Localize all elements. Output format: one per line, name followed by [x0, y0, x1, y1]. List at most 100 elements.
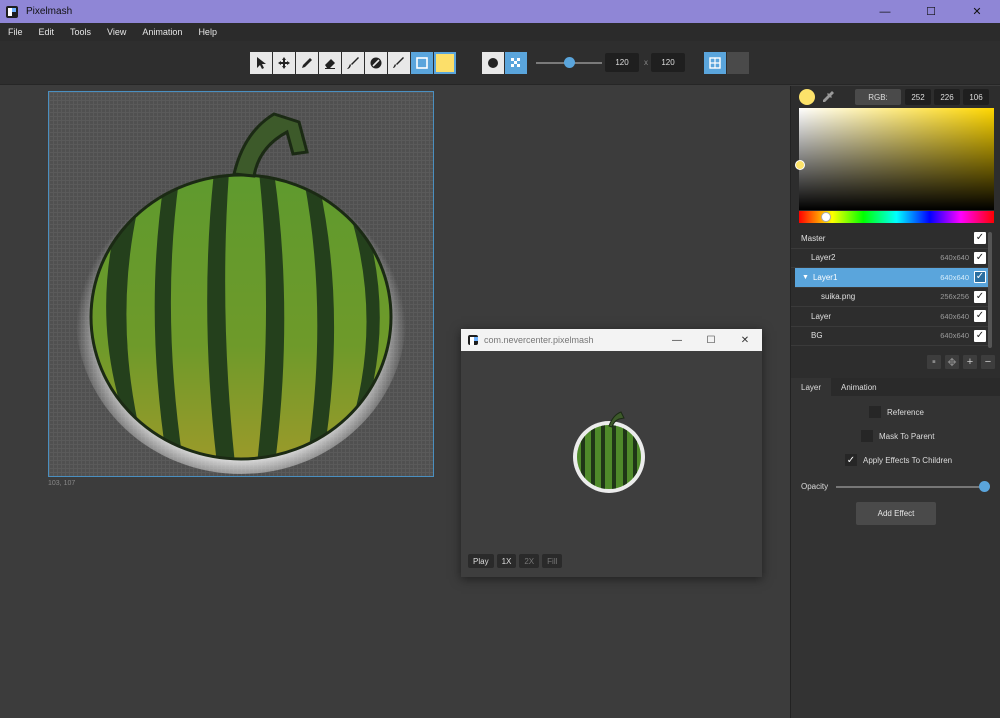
layer-visibility-checkbox[interactable]: ✓ — [974, 290, 986, 303]
duplicate-layer-icon[interactable]: ▪ — [927, 355, 941, 369]
size-separator: x — [644, 58, 648, 67]
red-value-field[interactable]: 252 — [905, 89, 931, 105]
layer-properties: Reference Mask To Parent ✓ Apply Effects… — [791, 396, 1000, 718]
grid-icon — [709, 57, 721, 69]
layer-list-scrollbar[interactable] — [988, 232, 992, 348]
reference-checkbox[interactable] — [869, 406, 881, 418]
height-field[interactable]: 120 — [651, 53, 685, 72]
layer-row-bg[interactable]: BG 640x640 ✓ — [791, 327, 991, 346]
color-mode-button[interactable]: RGB: — [855, 89, 901, 105]
mask-to-parent-checkbox[interactable] — [861, 430, 873, 442]
apply-effects-label: Apply Effects To Children — [863, 455, 953, 465]
preview-1x-button[interactable]: 1X — [496, 554, 517, 568]
tab-layer[interactable]: Layer — [791, 378, 832, 396]
close-button[interactable]: ✕ — [954, 0, 1000, 23]
minimize-button[interactable]: — — [862, 0, 908, 23]
window-title: Pixelmash — [26, 6, 73, 17]
preview-close-button[interactable]: ✕ — [728, 329, 762, 351]
blue-value-field[interactable]: 106 — [963, 89, 989, 105]
layer-row-suika[interactable]: suika.png 256x256 ✓ — [791, 288, 991, 307]
preview-2x-button[interactable]: 2X — [519, 554, 540, 568]
move-layer-icon[interactable]: ✥ — [945, 355, 959, 369]
tab-animation[interactable]: Animation — [831, 378, 887, 396]
apply-effects-option[interactable]: ✓ Apply Effects To Children — [845, 454, 952, 466]
eraser-tool-button[interactable] — [319, 52, 341, 74]
hue-slider-knob[interactable] — [821, 212, 831, 222]
add-effect-button[interactable]: Add Effect — [856, 502, 936, 525]
menu-bar: File Edit Tools View Animation Help — [0, 23, 1000, 41]
rectangle-tool-button[interactable] — [411, 52, 433, 74]
property-tabs: Layer Animation — [791, 378, 1000, 396]
layer-row-master[interactable]: Master ✓ — [791, 229, 991, 249]
saturation-value-picker[interactable] — [795, 108, 994, 210]
layer-name: suika.png — [821, 292, 856, 302]
preview-fill-button[interactable]: Fill — [542, 554, 563, 568]
grid-toggle-button[interactable] — [704, 52, 726, 74]
menu-view[interactable]: View — [99, 27, 134, 37]
current-color-indicator[interactable] — [799, 89, 815, 105]
preview-title: com.nevercenter.pixelmash — [484, 335, 594, 345]
menu-animation[interactable]: Animation — [134, 27, 190, 37]
title-bar: Pixelmash — ☐ ✕ — [0, 0, 1000, 23]
add-layer-icon[interactable]: + — [963, 355, 977, 369]
layer-row-layer1[interactable]: ▼ Layer1 640x640 ✓ — [795, 268, 991, 288]
tile-toggle-button[interactable] — [727, 52, 749, 74]
dither-brush-button[interactable] — [505, 52, 527, 74]
layer-visibility-checkbox[interactable]: ✓ — [974, 310, 986, 323]
green-value-field[interactable]: 226 — [934, 89, 960, 105]
brush-tool-button[interactable] — [342, 52, 364, 74]
maximize-button[interactable]: ☐ — [908, 0, 954, 23]
preview-title-bar: com.nevercenter.pixelmash — ☐ ✕ — [461, 329, 762, 351]
layer-visibility-checkbox[interactable]: ✓ — [974, 329, 986, 342]
eyedropper-icon[interactable] — [821, 90, 835, 104]
round-brush-button[interactable] — [482, 52, 504, 74]
layer-visibility-checkbox[interactable]: ✓ — [974, 251, 986, 264]
sv-picker-knob[interactable] — [795, 160, 805, 170]
opacity-slider-track[interactable] — [836, 486, 984, 488]
circle-brush-icon — [488, 58, 498, 68]
select-tool-button[interactable] — [250, 52, 272, 74]
right-panel: RGB: 252 226 106 Master ✓ Layer2 640x640… — [790, 86, 1000, 718]
preview-app-icon — [468, 335, 478, 345]
paint-tool-button[interactable] — [388, 52, 410, 74]
dither-pattern-icon — [511, 58, 520, 67]
color-swatch-button[interactable] — [434, 52, 456, 74]
brush-size-slider-knob[interactable] — [564, 57, 575, 68]
remove-layer-icon[interactable]: − — [981, 355, 995, 369]
pencil-icon — [302, 58, 312, 68]
preview-window: com.nevercenter.pixelmash — ☐ ✕ Play 1X … — [461, 329, 762, 577]
layer-name: Layer2 — [811, 253, 836, 263]
pencil-tool-button[interactable] — [296, 52, 318, 74]
layer-name: BG — [811, 331, 823, 341]
toolbar — [0, 41, 1000, 85]
layer-row-layer[interactable]: Layer 640x640 ✓ — [791, 307, 991, 327]
width-field[interactable]: 120 — [605, 53, 639, 72]
app-logo-icon — [6, 5, 18, 18]
layer-list: Master ✓ Layer2 640x640 ✓ ▼ Layer1 640x6… — [791, 229, 991, 346]
mask-to-parent-option[interactable]: Mask To Parent — [861, 430, 934, 442]
mask-to-parent-label: Mask To Parent — [879, 431, 935, 441]
paintbrush-icon — [393, 57, 404, 68]
opacity-slider-knob[interactable] — [979, 481, 990, 492]
layer-size: 256x256 — [940, 292, 969, 302]
apply-effects-checkbox[interactable]: ✓ — [845, 454, 857, 466]
reference-option[interactable]: Reference — [869, 406, 924, 418]
menu-help[interactable]: Help — [190, 27, 225, 37]
pixel-canvas[interactable] — [48, 91, 434, 477]
smudge-tool-button[interactable] — [365, 52, 387, 74]
rectangle-icon — [416, 57, 428, 69]
menu-tools[interactable]: Tools — [62, 27, 99, 37]
move-tool-button[interactable] — [273, 52, 295, 74]
menu-edit[interactable]: Edit — [31, 27, 63, 37]
preview-maximize-button[interactable]: ☐ — [694, 329, 728, 351]
menu-file[interactable]: File — [0, 27, 31, 37]
preview-image — [573, 411, 645, 493]
layer-size: 640x640 — [940, 311, 969, 321]
layer-row-layer2[interactable]: Layer2 640x640 ✓ — [791, 249, 991, 268]
layer-visibility-checkbox[interactable]: ✓ — [974, 232, 986, 245]
expand-triangle-icon[interactable]: ▼ — [802, 274, 809, 281]
layer-visibility-checkbox[interactable]: ✓ — [974, 271, 986, 284]
preview-minimize-button[interactable]: — — [660, 329, 694, 351]
preview-play-button[interactable]: Play — [468, 554, 494, 568]
layer-name: Master — [801, 233, 826, 243]
